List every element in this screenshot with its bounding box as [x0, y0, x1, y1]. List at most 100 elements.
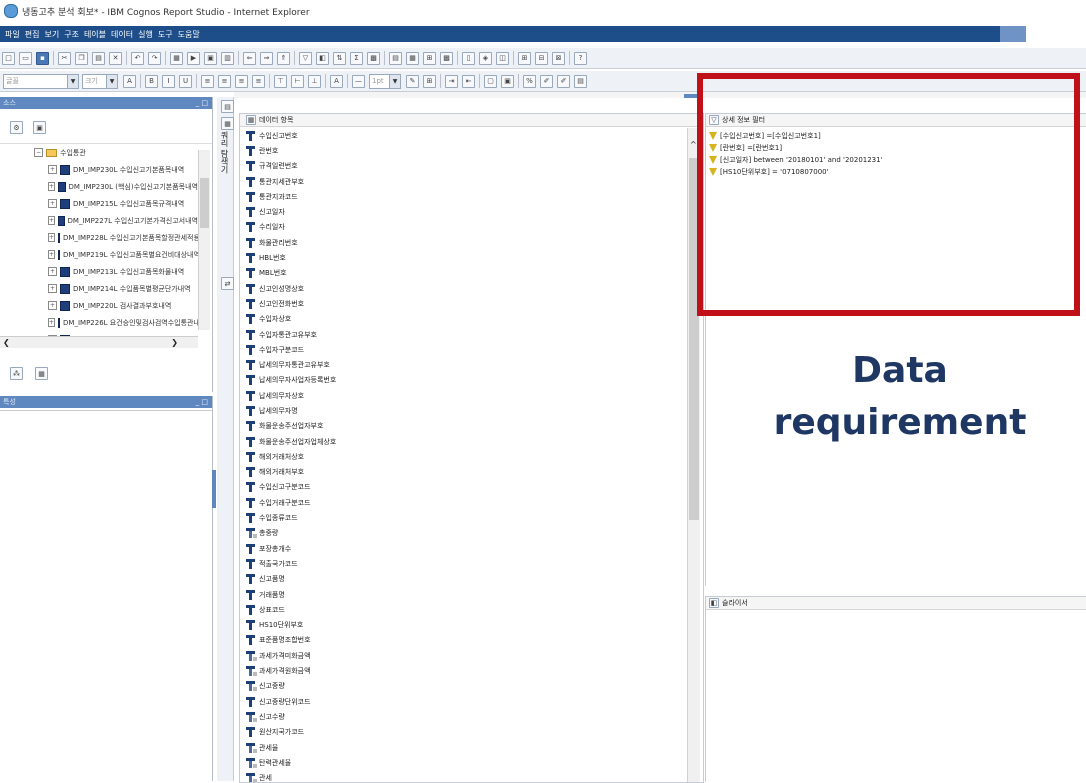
tree-table-item[interactable]: + DM_IMP219L 수입신고품목별요건비대상내역 — [48, 246, 198, 263]
data-item[interactable]: 수입신고번호 — [246, 128, 703, 143]
back-icon[interactable]: ⇐ — [243, 51, 256, 65]
conditional-style-icon[interactable]: ▤ — [574, 74, 587, 88]
data-item[interactable]: 해외거래처상호 — [246, 449, 703, 464]
data-item[interactable]: 해외거래처부호 — [246, 465, 703, 480]
scroll-right-icon[interactable]: ❯ — [171, 338, 178, 347]
minimize-icon[interactable]: _ □ — [196, 398, 208, 406]
collapse-icon[interactable]: − — [34, 148, 43, 157]
data-item[interactable]: 화물관리번호 — [246, 235, 703, 250]
data-item[interactable]: 통관지과코드 — [246, 189, 703, 204]
expand-icon[interactable]: + — [48, 284, 57, 293]
menu-tools[interactable]: 도구 — [158, 29, 173, 40]
data-format-icon[interactable]: % — [523, 74, 536, 88]
font-color-icon[interactable]: A — [123, 74, 136, 88]
menu-edit[interactable]: 편집 — [25, 29, 40, 40]
scroll-left-icon[interactable]: ❮ — [3, 338, 10, 347]
data-item[interactable]: 원산지국가코드 — [246, 725, 703, 740]
valign-bottom-icon[interactable]: ⊥ — [308, 74, 321, 88]
run-report-icon[interactable]: ▶ — [187, 51, 200, 65]
tree-table-item[interactable]: + DM_IMP213L 수입신고품목화물내역 — [48, 263, 198, 280]
data-item[interactable]: 수입자통관고유부호 — [246, 327, 703, 342]
tree-table-item[interactable]: + DM_IMP226L 요건승인및검사검역수입통관내역 — [48, 314, 198, 331]
data-item[interactable]: 포장총개수 — [246, 541, 703, 556]
justify-icon[interactable]: ≡ — [252, 74, 265, 88]
expand-icon[interactable]: + — [48, 301, 57, 310]
align-left-icon[interactable]: ≡ — [201, 74, 214, 88]
line-style-icon[interactable]: — — [352, 74, 365, 88]
source-scrollbar[interactable] — [198, 150, 210, 330]
tree-table-item[interactable]: + DM_IMP228L 수입신고기본품목할정관세적용 — [48, 229, 198, 246]
save-icon[interactable]: ▪ — [36, 51, 49, 65]
aggregate-icon[interactable]: Σ — [350, 51, 363, 65]
query-explorer-icon[interactable]: ▦ — [221, 117, 234, 130]
data-item[interactable]: 신고중량단위코드 — [246, 694, 703, 709]
data-item[interactable]: 과세가격미화금액 — [246, 648, 703, 663]
outdent-icon[interactable]: ⇤ — [462, 74, 475, 88]
tree-table-item[interactable]: + DM_IMP220L 검사결과부호내역 — [48, 297, 198, 314]
align-center-icon[interactable]: ≡ — [218, 74, 231, 88]
address-box[interactable] — [1026, 26, 1086, 42]
scroll-up-icon[interactable]: ^ — [690, 140, 697, 149]
split-icon[interactable]: ⊠ — [552, 51, 565, 65]
size-combo[interactable]: 크기 ▼ — [82, 73, 118, 89]
data-item[interactable]: 화물운송주선업자부호 — [246, 419, 703, 434]
data-item[interactable]: 신고중량 — [246, 679, 703, 694]
data-item[interactable]: HS10단위부호 — [246, 618, 703, 633]
expand-icon[interactable]: + — [48, 216, 56, 225]
merge-icon[interactable]: ⊟ — [535, 51, 548, 65]
expand-icon[interactable]: + — [48, 267, 57, 276]
padding-icon[interactable]: ▢ — [484, 74, 497, 88]
data-item[interactable]: 수입신고구분코드 — [246, 480, 703, 495]
table-icon[interactable]: ⊞ — [518, 51, 531, 65]
group-icon[interactable]: ▤ — [389, 51, 402, 65]
tree-table-item[interactable]: + DM_IMP230L 수입신고기본품목내역 — [48, 161, 198, 178]
condition-explorer-icon[interactable]: ⇄ — [221, 277, 234, 290]
borders-icon[interactable]: ⊞ — [423, 74, 436, 88]
data-item[interactable]: 거래품명 — [246, 587, 703, 602]
section-icon[interactable]: ▦ — [406, 51, 419, 65]
data-item[interactable]: 수입자구분코드 — [246, 342, 703, 357]
help-icon[interactable]: ? — [574, 51, 587, 65]
expand-icon[interactable]: + — [48, 250, 56, 259]
data-item[interactable]: 탄력관세율 — [246, 755, 703, 770]
data-item[interactable]: 신고일자 — [246, 204, 703, 219]
source-hscrollbar[interactable]: ❮ ❯ — [0, 336, 198, 348]
data-item[interactable]: 관세 — [246, 770, 703, 782]
menu-file[interactable]: 파일 — [5, 29, 20, 40]
up-icon[interactable]: ⇑ — [277, 51, 290, 65]
paste-icon[interactable]: ▤ — [92, 51, 105, 65]
chart-icon[interactable]: ▩ — [367, 51, 380, 65]
bold-icon[interactable]: B — [145, 74, 158, 88]
valign-top-icon[interactable]: ⊤ — [274, 74, 287, 88]
data-item[interactable]: 상표코드 — [246, 602, 703, 617]
query-icon[interactable]: ▦ — [170, 51, 183, 65]
data-item[interactable]: HBL번호 — [246, 250, 703, 265]
valign-middle-icon[interactable]: ⊢ — [291, 74, 304, 88]
insert-chart-icon[interactable]: ▩ — [440, 51, 453, 65]
lock-icon[interactable]: ▣ — [204, 51, 217, 65]
align-right-icon[interactable]: ≡ — [235, 74, 248, 88]
page-explorer-icon[interactable]: ▤ — [221, 100, 234, 113]
minimize-icon[interactable]: _ □ — [196, 99, 208, 107]
source-view-icon[interactable]: ▣ — [33, 121, 46, 134]
line-color-icon[interactable]: ✎ — [406, 74, 419, 88]
data-item[interactable]: 신고인성명상호 — [246, 281, 703, 296]
font-combo[interactable]: 글꼴 ▼ — [3, 73, 79, 89]
scroll-thumb[interactable] — [200, 178, 209, 228]
data-item[interactable]: 수리일자 — [246, 220, 703, 235]
margin-icon[interactable]: ▣ — [501, 74, 514, 88]
expand-icon[interactable]: + — [48, 182, 56, 191]
expand-icon[interactable]: + — [48, 233, 56, 242]
tree-package[interactable]: − 수입통관 — [0, 144, 212, 161]
cut-icon[interactable]: ✂ — [58, 51, 71, 65]
drill-icon[interactable]: ◈ — [479, 51, 492, 65]
data-item[interactable]: 적출국가코드 — [246, 556, 703, 571]
tree-table-item[interactable]: + DM_IMP214L 수입품목별평균단가내역 — [48, 280, 198, 297]
style-icon[interactable]: ✐ — [540, 74, 553, 88]
data-item[interactable]: 납세의무자통관고유부호 — [246, 357, 703, 372]
menu-view[interactable]: 보기 — [44, 29, 59, 40]
data-item[interactable]: MBL번호 — [246, 266, 703, 281]
query-explorer-tab[interactable]: 쿼리 탐색기 — [219, 131, 230, 174]
chevron-down-icon[interactable]: ▼ — [106, 74, 117, 88]
clear-style-icon[interactable]: ✐ — [557, 74, 570, 88]
